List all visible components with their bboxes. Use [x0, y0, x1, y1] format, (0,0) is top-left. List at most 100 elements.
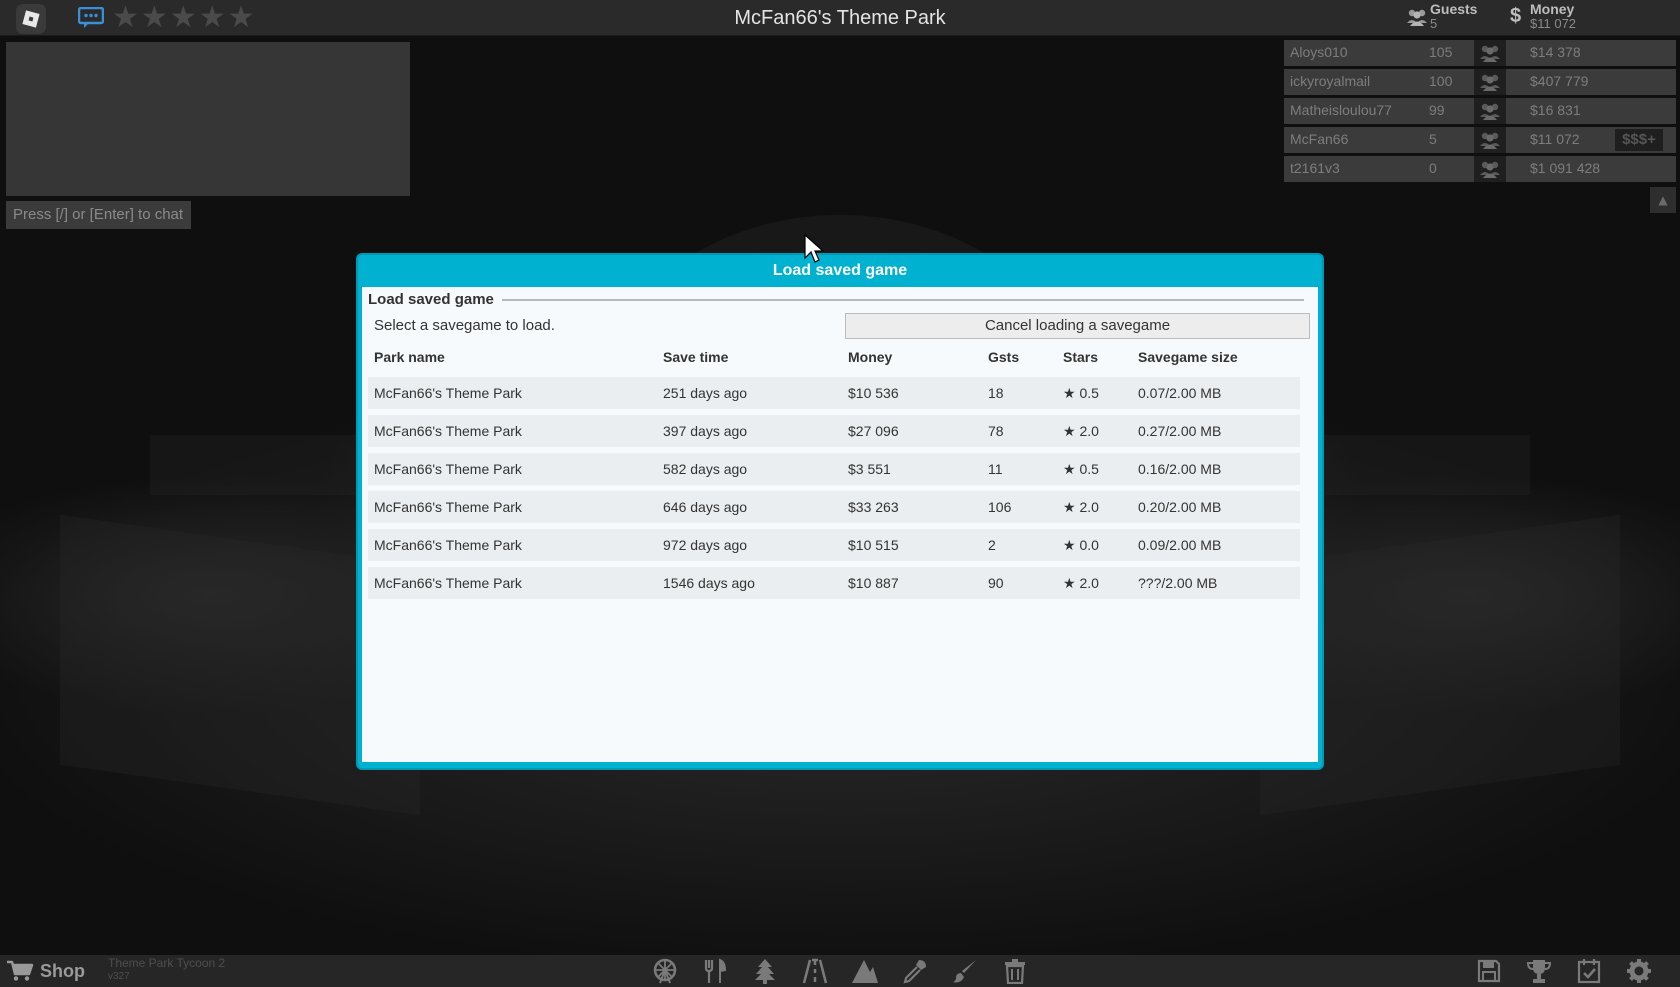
- savegame-list: McFan66's Theme Park 251 days ago $10 536 1…: [368, 377, 1300, 605]
- save-money: $3 551: [848, 461, 891, 477]
- roblox-menu-button[interactable]: [16, 4, 46, 34]
- save-park-name: McFan66's Theme Park: [374, 575, 522, 591]
- save-time: 397 days ago: [663, 423, 748, 439]
- save-time: 646 days ago: [663, 499, 748, 515]
- player-money: $16 831: [1530, 102, 1581, 118]
- player-name: t2161v3: [1290, 160, 1340, 176]
- tree-icon: [755, 959, 775, 984]
- save-money: $27 096: [848, 423, 899, 439]
- game-title: Theme Park Tycoon 2: [108, 956, 226, 970]
- save-park-name: McFan66's Theme Park: [374, 461, 522, 477]
- chat-window: [6, 42, 410, 196]
- player-row[interactable]: t2161v3 0 $1 091 428: [1284, 156, 1676, 182]
- chat-toggle-button[interactable]: [76, 5, 106, 31]
- player-row[interactable]: ickyroyalmail 100 $407 779: [1284, 69, 1676, 95]
- guests-icon: [1480, 45, 1500, 62]
- player-money: $407 779: [1530, 73, 1589, 89]
- top-bar: ★ ★ ★ ★ ★ McFan66's Theme Park Guests 5 …: [0, 0, 1680, 36]
- column-header-guests: Gsts: [988, 349, 1020, 365]
- guests-icon: [1480, 103, 1500, 120]
- money-stat: $ Money $11 072: [1508, 0, 1618, 36]
- instruction-text: Select a savegame to load.: [374, 317, 555, 334]
- shop-label: Shop: [40, 960, 85, 981]
- save-money: $33 263: [848, 499, 899, 515]
- savegame-row[interactable]: McFan66's Theme Park 972 days ago $10 515 2…: [368, 529, 1300, 561]
- visit-player-park-button[interactable]: [1474, 98, 1506, 124]
- column-header-savegame-size: Savegame size: [1138, 349, 1238, 365]
- savegame-row[interactable]: McFan66's Theme Park 1546 days ago $10 887…: [368, 567, 1300, 599]
- player-name: McFan66: [1290, 131, 1349, 147]
- bottom-bar: Shop Theme Park Tycoon 2 v327: [0, 955, 1680, 987]
- savegame-row[interactable]: McFan66's Theme Park 251 days ago $10 536 1…: [368, 377, 1300, 409]
- player-money: $1 091 428: [1530, 160, 1601, 176]
- save-money: $10 515: [848, 537, 899, 553]
- terrain-icon: [852, 960, 878, 983]
- player-guest-count: 100: [1429, 73, 1453, 89]
- shopping-cart-icon: [7, 960, 34, 981]
- game-name: Theme Park Tycoon 2 v327: [108, 957, 225, 983]
- guests-stat: Guests 5: [1404, 0, 1494, 36]
- money-label: Money: [1530, 1, 1575, 17]
- save-park-name: McFan66's Theme Park: [374, 385, 522, 401]
- player-guest-count: 99: [1429, 102, 1445, 118]
- save-size: ???/2.00 MB: [1138, 575, 1218, 591]
- save-guests: 18: [988, 385, 1004, 401]
- savegame-row[interactable]: McFan66's Theme Park 582 days ago $3 551 11…: [368, 453, 1300, 485]
- section-title: Load saved game: [368, 291, 500, 308]
- star-icon: ★: [169, 0, 197, 35]
- player-money: $11 072: [1530, 131, 1580, 147]
- trash-icon: [1005, 959, 1025, 984]
- player-name: ickyroyalmail: [1290, 73, 1371, 89]
- chat-bubble-icon: [78, 7, 104, 28]
- gear-icon: [1627, 959, 1651, 983]
- save-time: 251 days ago: [663, 385, 748, 401]
- save-size: 0.07/2.00 MB: [1138, 385, 1222, 401]
- visit-player-park-button[interactable]: [1474, 40, 1506, 66]
- player-list-collapse-button[interactable]: ▲: [1650, 187, 1676, 213]
- delete-tool-button[interactable]: [990, 955, 1040, 987]
- chat-input-hint[interactable]: Press [/] or [Enter] to chat: [6, 201, 191, 229]
- eyedropper-icon: [903, 960, 926, 984]
- savegame-row[interactable]: McFan66's Theme Park 397 days ago $27 096 7…: [368, 415, 1300, 447]
- star-icon: ★: [140, 0, 168, 35]
- save-icon: [1477, 959, 1501, 983]
- column-header-park-name: Park name: [374, 349, 445, 365]
- ferris-wheel-icon: [653, 958, 677, 984]
- guests-icon: [1480, 74, 1500, 91]
- objectives-button[interactable]: [1564, 955, 1614, 987]
- calendar-check-icon: [1577, 959, 1601, 984]
- save-size: 0.09/2.00 MB: [1138, 537, 1222, 553]
- visit-player-park-button[interactable]: [1474, 69, 1506, 95]
- save-money: $10 887: [848, 575, 899, 591]
- save-stars: ★ 0.5: [1063, 461, 1099, 477]
- eyedropper-tool-button[interactable]: [890, 955, 940, 987]
- save-time: 1546 days ago: [663, 575, 755, 591]
- settings-button[interactable]: [1614, 955, 1664, 987]
- paint-tool-button[interactable]: [940, 955, 990, 987]
- player-list: Aloys010 105 $14 378 ickyroyalmail 100 $407 7…: [1284, 40, 1676, 185]
- player-row[interactable]: Matheisloulou77 99 $16 831: [1284, 98, 1676, 124]
- save-guests: 78: [988, 423, 1004, 439]
- save-game-button[interactable]: [1464, 955, 1514, 987]
- food-tool-button[interactable]: [690, 955, 740, 987]
- savegame-row[interactable]: McFan66's Theme Park 646 days ago $33 263 1…: [368, 491, 1300, 523]
- achievements-button[interactable]: [1514, 955, 1564, 987]
- save-time: 582 days ago: [663, 461, 748, 477]
- paint-brush-icon: [953, 960, 976, 983]
- terrain-tool-button[interactable]: [840, 955, 890, 987]
- cancel-loading-button[interactable]: Cancel loading a savegame: [845, 313, 1310, 339]
- guests-icon: [1407, 9, 1427, 26]
- save-park-name: McFan66's Theme Park: [374, 423, 522, 439]
- save-size: 0.27/2.00 MB: [1138, 423, 1222, 439]
- guests-label: Guests: [1430, 1, 1478, 17]
- scenery-tool-button[interactable]: [740, 955, 790, 987]
- paths-tool-button[interactable]: [790, 955, 840, 987]
- donate-money-button[interactable]: $$$+: [1615, 129, 1663, 151]
- player-row[interactable]: Aloys010 105 $14 378: [1284, 40, 1676, 66]
- load-savegame-dialog: Load saved game Load saved game Select a…: [356, 253, 1324, 770]
- shop-button[interactable]: Shop: [6, 957, 98, 985]
- player-row[interactable]: McFan66 5 $11 072 $$$+: [1284, 127, 1676, 153]
- visit-player-park-button[interactable]: [1474, 127, 1506, 153]
- visit-player-park-button[interactable]: [1474, 156, 1506, 182]
- rides-tool-button[interactable]: [640, 955, 690, 987]
